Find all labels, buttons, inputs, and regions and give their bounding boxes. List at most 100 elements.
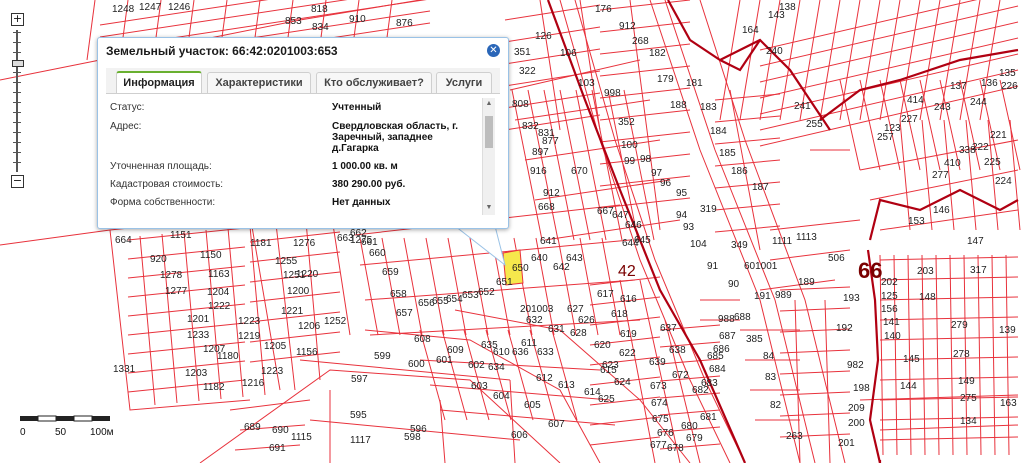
parcel-number-label: 601 <box>436 355 453 366</box>
scroll-up-icon[interactable]: ▲ <box>485 100 493 108</box>
parcel-number-label: 317 <box>970 265 987 276</box>
parcel-number-label: 657 <box>396 308 413 319</box>
scroll-down-icon[interactable]: ▼ <box>485 204 493 212</box>
parcel-number-label: 690 <box>272 425 289 436</box>
parcel-number-label: 1206 <box>298 321 321 332</box>
parcel-number-label: 1151 <box>170 230 192 241</box>
parcel-number-label: 632 <box>526 315 543 326</box>
zoom-tick <box>13 152 21 153</box>
parcel-number-label: 617 <box>597 289 614 300</box>
parcel-number-label: 1180 <box>217 351 239 362</box>
zoom-in-button[interactable]: + <box>11 13 24 26</box>
parcel-number-label: 179 <box>657 74 674 85</box>
parcel-number-label: 255 <box>806 119 823 130</box>
parcel-number-label: 622 <box>619 348 636 359</box>
property-key: Форма собственности: <box>110 197 216 208</box>
parcel-number-label: 659 <box>382 267 399 278</box>
parcel-number-label: 268 <box>632 36 649 47</box>
parcel-number-label: 106 <box>560 48 577 59</box>
parcel-number-label: 203 <box>917 266 934 277</box>
parcel-number-label: 650 <box>512 263 529 274</box>
parcel-number-label: 602 <box>468 360 485 371</box>
parcel-number-label: 146 <box>933 205 950 216</box>
scroll-thumb[interactable] <box>485 116 493 148</box>
parcel-number-label: 99 <box>624 156 636 167</box>
parcel-number-label: 410 <box>944 158 961 169</box>
parcel-number-label: 138 <box>779 2 796 13</box>
parcel-number-label: 1222 <box>208 301 231 312</box>
parcel-number-label: 600 <box>408 359 425 370</box>
parcel-number-label: 414 <box>907 95 924 106</box>
zoom-tick <box>13 122 21 123</box>
zoom-tick <box>13 72 21 73</box>
parcel-number-label: 876 <box>396 18 413 29</box>
parcel-number-label: 603 <box>471 381 488 392</box>
parcel-number-label: 628 <box>570 328 587 339</box>
tab-who-serves[interactable]: Кто обслуживает? <box>316 72 432 93</box>
parcel-number-label: 188 <box>670 100 687 111</box>
tab-services[interactable]: Услуги <box>436 72 492 93</box>
parcel-number-label: 139 <box>999 325 1016 336</box>
close-icon[interactable]: ✕ <box>487 44 500 57</box>
parcel-number-label: 653 <box>462 290 479 301</box>
zone-label-66: 66 <box>858 258 882 283</box>
parcel-number-label: 818 <box>311 4 328 15</box>
parcel-number-label: 1223 <box>261 366 284 377</box>
block-label-201003: 201003 <box>520 304 554 315</box>
parcel-number-label: 182 <box>649 48 666 59</box>
parcel-number-label: 1117 <box>350 435 371 446</box>
parcel-number-label: 676 <box>657 428 674 439</box>
zone-label-42: 42 <box>618 263 636 280</box>
zoom-tick <box>13 142 21 143</box>
zoom-slider-handle[interactable] <box>12 60 24 67</box>
parcel-number-label: 1277 <box>165 286 188 297</box>
zoom-out-button[interactable]: − <box>11 175 24 188</box>
parcel-number-label: 263 <box>786 431 803 442</box>
parcel-number-label: 897 <box>532 147 549 158</box>
zoom-tick <box>13 92 21 93</box>
parcel-number-label: 687 <box>719 331 736 342</box>
popup-tabs: Информация Характеристики Кто обслуживае… <box>106 68 500 94</box>
zoom-tick <box>13 112 21 113</box>
parcel-number-label: 221 <box>990 130 1007 141</box>
parcel-number-label: 912 <box>543 188 560 199</box>
parcel-number-label: 604 <box>493 391 510 402</box>
parcel-number-label: 982 <box>847 360 864 371</box>
tab-information[interactable]: Информация <box>116 71 202 93</box>
parcel-number-label: 686 <box>713 344 730 355</box>
parcel-number-label: 877 <box>542 136 559 147</box>
parcel-number-label: 1113 <box>796 232 817 243</box>
parcel-number-label: 135 <box>999 68 1016 79</box>
parcel-number-label: 910 <box>349 14 366 25</box>
tab-characteristics[interactable]: Характеристики <box>207 72 311 93</box>
scale-label-50: 50 <box>55 427 67 438</box>
property-key: Адрес: <box>110 121 142 132</box>
parcel-number-label: 224 <box>995 176 1012 187</box>
parcel-number-label: 189 <box>798 277 815 288</box>
parcel-number-label: 912 <box>619 21 636 32</box>
parcel-number-label: 226 <box>1001 81 1018 92</box>
parcel-number-label: 1205 <box>264 341 287 352</box>
scale-label-100: 100м <box>90 427 114 438</box>
parcel-number-label: 225 <box>984 157 1001 168</box>
parcel-number-label: 634 <box>488 362 505 373</box>
parcel-number-label: 598 <box>404 432 421 443</box>
parcel-number-label: 670 <box>571 166 588 177</box>
parcel-number-label: 1219 <box>238 331 261 342</box>
parcel-number-label: 832 <box>522 121 539 132</box>
property-scrollbar[interactable]: ▲ ▼ <box>482 98 495 215</box>
parcel-number-label: 626 <box>578 315 595 326</box>
parcel-number-label: 638 <box>669 345 686 356</box>
parcel-number-label: 652 <box>478 287 495 298</box>
parcel-number-label: 104 <box>690 239 707 250</box>
parcel-number-label: 808 <box>512 99 529 110</box>
property-value: 1 000.00 кв. м <box>332 161 398 172</box>
parcel-number-label: 145 <box>903 354 920 365</box>
parcel-number-label: 91 <box>707 261 719 272</box>
parcel-number-label: 181 <box>686 78 703 89</box>
parcel-number-label: 1248 <box>112 4 135 15</box>
parcel-number-label: 147 <box>967 236 984 247</box>
scale-label-0: 0 <box>20 427 26 438</box>
parcel-number-label: 1221 <box>281 306 304 317</box>
parcel-number-label: 684 <box>709 364 726 375</box>
